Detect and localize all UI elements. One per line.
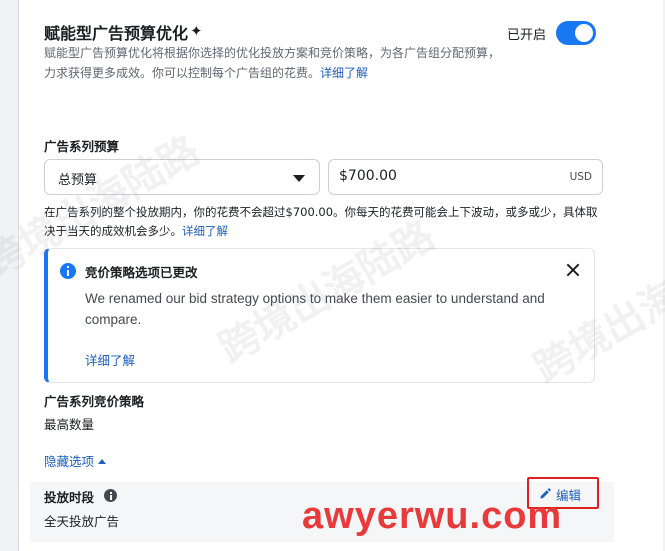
- notice-title: 竞价策略选项已更改: [85, 265, 198, 280]
- bid-strategy-notice: 竞价策略选项已更改 We renamed our bid strategy op…: [44, 248, 595, 383]
- info-icon: [60, 263, 76, 279]
- hide-options-link[interactable]: 隐藏选项: [44, 451, 107, 470]
- schedule-label: 投放时段: [44, 490, 95, 505]
- notice-learn-more-link[interactable]: 详细了解: [85, 350, 135, 369]
- budget-type-value: 总预算: [58, 173, 98, 188]
- budget-amount-value: $700.00: [339, 168, 397, 184]
- budget-note-text: 在广告系列的整个投放期内，你的花费不会超过$700.00。你每天的花费可能会上下…: [44, 205, 598, 238]
- brand-watermark: awyerwu.com: [302, 495, 563, 537]
- cbo-description-text: 赋能型广告预算优化将根据你选择的优化投放方案和竞价策略，为各广告组分配预算，力求…: [44, 46, 501, 80]
- currency-label: USD: [569, 171, 592, 183]
- budget-note: 在广告系列的整个投放期内，你的花费不会超过$700.00。你每天的花费可能会上下…: [44, 203, 604, 240]
- close-icon[interactable]: [564, 261, 582, 279]
- cbo-description: 赋能型广告预算优化将根据你选择的优化投放方案和竞价策略，为各广告组分配预算，力求…: [44, 43, 502, 83]
- budget-learn-more-link[interactable]: 详细了解: [182, 224, 228, 238]
- info-icon[interactable]: [104, 489, 117, 502]
- cbo-toggle[interactable]: [556, 21, 596, 45]
- toggle-knob: [575, 24, 593, 42]
- bid-strategy-value: 最高数量: [44, 417, 95, 432]
- hide-options-label: 隐藏选项: [44, 454, 95, 469]
- cbo-learn-more-link[interactable]: 详细了解: [320, 66, 368, 80]
- chevron-down-icon: [293, 175, 305, 182]
- bid-strategy-label: 广告系列竞价策略: [44, 394, 145, 409]
- cbo-title: 赋能型广告预算优化: [44, 24, 189, 43]
- cbo-status-label: 已开启: [507, 28, 547, 43]
- schedule-value: 全天投放广告: [44, 514, 120, 529]
- chevron-up-icon: [98, 459, 107, 464]
- budget-type-select[interactable]: 总预算: [44, 159, 320, 195]
- sparkle-icon: ✦: [190, 22, 203, 40]
- notice-body: We renamed our bid strategy options to m…: [85, 291, 545, 327]
- campaign-budget-label: 广告系列预算: [44, 139, 120, 154]
- budget-amount-input[interactable]: $700.00 USD: [328, 159, 603, 195]
